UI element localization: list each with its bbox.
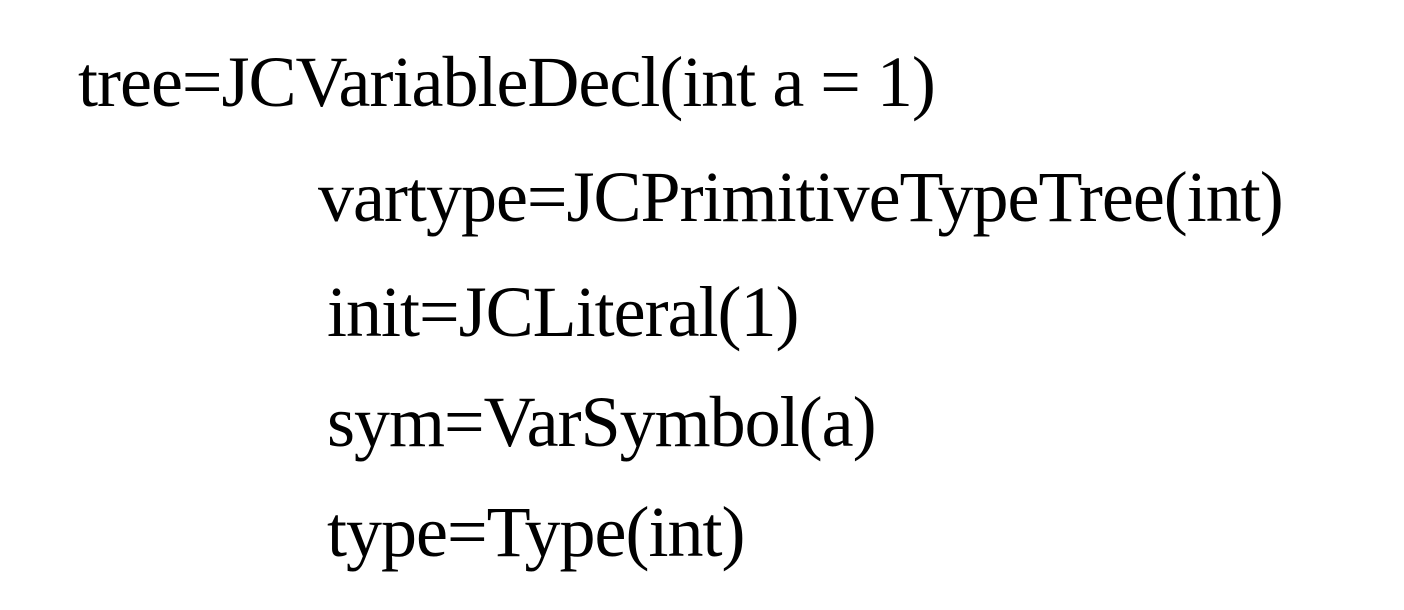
type-line: type=Type(int) [327,492,745,572]
init-line: init=JCLiteral(1) [327,272,799,352]
vartype-line: vartype=JCPrimitiveTypeTree(int) [318,157,1284,237]
tree-root-line: tree=JCVariableDecl(int a = 1) [78,42,936,122]
sym-line: sym=VarSymbol(a) [327,382,877,462]
ast-tree-document: tree=JCVariableDecl(int a = 1) vartype=J… [0,0,1404,610]
